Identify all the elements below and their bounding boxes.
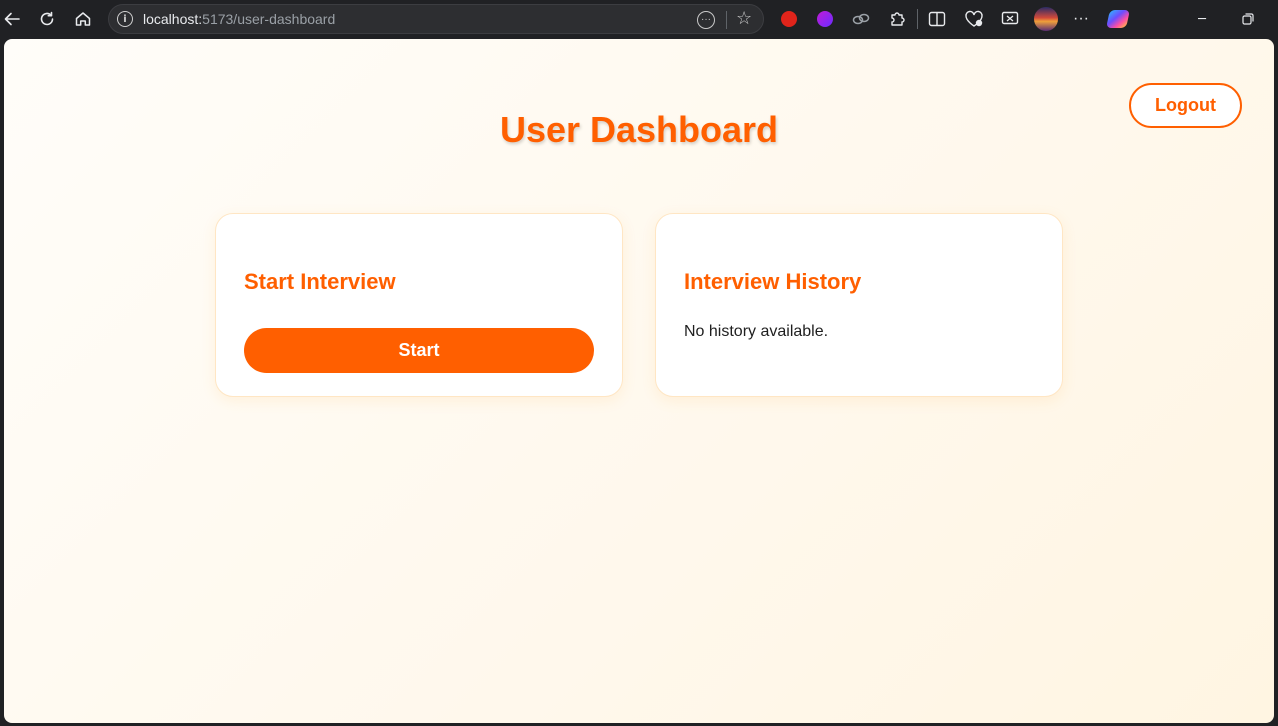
url-text[interactable]: localhost:5173/user-dashboard (143, 11, 335, 27)
start-button[interactable]: Start (244, 328, 594, 373)
url-path: 5173/user-dashboard (202, 11, 336, 27)
star-icon[interactable]: ☆ (736, 8, 752, 29)
start-interview-card: Start Interview Start (215, 213, 623, 397)
page-title: User Dashboard (499, 109, 779, 150)
minimize-icon[interactable]: ─ (1192, 9, 1212, 29)
start-interview-title: Start Interview (244, 269, 396, 294)
puzzle-icon[interactable] (887, 9, 907, 29)
health-icon[interactable] (964, 9, 984, 29)
profile-avatar-icon[interactable] (1034, 7, 1058, 31)
toolbar-divider (917, 9, 918, 29)
interview-history-title: Interview History (684, 269, 862, 294)
copilot-icon[interactable] (1106, 9, 1130, 29)
history-empty-text: No history available. (684, 323, 829, 340)
adblock-icon[interactable] (779, 9, 799, 29)
url-divider (726, 11, 727, 29)
reload-icon[interactable] (35, 7, 59, 31)
address-bar[interactable]: i localhost:5173/user-dashboard ··· ☆ (108, 4, 764, 34)
extension-icon[interactable] (815, 9, 835, 29)
restore-icon[interactable] (1238, 9, 1258, 29)
more-icon[interactable]: ··· (1071, 9, 1091, 29)
screenshot-icon[interactable] (1000, 9, 1020, 29)
link-icon[interactable] (851, 9, 871, 29)
info-icon[interactable]: i (117, 11, 133, 27)
browser-toolbar: i localhost:5173/user-dashboard ··· ☆ ··… (0, 0, 1278, 38)
split-screen-icon[interactable] (927, 9, 947, 29)
url-host: localhost: (143, 11, 203, 27)
more-horizontal-icon[interactable]: ··· (697, 11, 715, 29)
home-icon[interactable] (71, 7, 95, 31)
interview-history-card: Interview History No history available. (655, 213, 1063, 397)
back-arrow-icon[interactable] (0, 7, 24, 31)
page-viewport: Logout User Dashboard Start Interview St… (4, 39, 1274, 723)
